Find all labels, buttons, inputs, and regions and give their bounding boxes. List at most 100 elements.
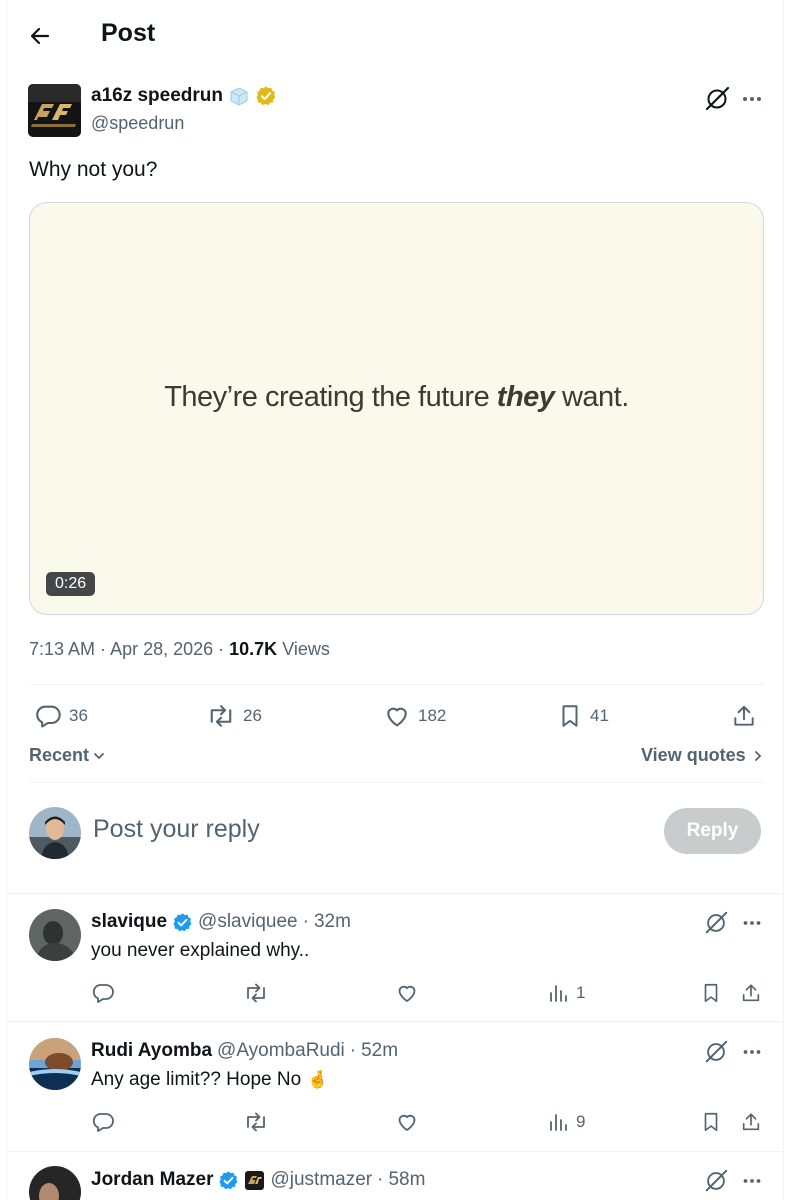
views-action[interactable]: 1 [548,981,585,1005]
divider [7,1151,784,1152]
divider [29,782,764,783]
like-action[interactable] [395,1110,419,1134]
page-title: Post [101,19,156,47]
comment-icon [92,984,114,1003]
post-meta: 7:13 AM · Apr 28, 2026 · 10.7K Views [29,639,330,659]
repost-count: 26 [243,706,262,725]
divider [7,1021,784,1022]
like-action[interactable]: 182 [383,702,446,730]
repost-icon [210,705,232,727]
divider [29,684,764,685]
reply-author-handle[interactable]: @justmazer [270,1169,372,1191]
grok-icon [705,911,728,934]
bookmark-icon [704,1112,718,1132]
views-action[interactable]: 9 [548,1110,585,1134]
video-caption: They’re creating the future they want. [164,381,629,413]
current-user-avatar[interactable] [29,807,81,859]
more-horizontal-icon [743,1179,761,1183]
sort-label: Recent [29,745,90,765]
reply-header: Jordan Mazer @justmazer · 58m [91,1169,426,1191]
ice-cube-icon [230,87,248,106]
reply-author-handle[interactable]: @slaviquee [198,911,298,933]
author-handle[interactable]: @speedrun [91,113,184,134]
share-button[interactable] [740,981,762,1005]
view-quotes-label: View quotes [641,745,746,765]
bookmark-action[interactable] [700,981,722,1005]
grok-button[interactable] [703,1039,729,1070]
analytics-icon [550,1114,567,1131]
avatar-photo-icon [29,909,81,961]
avatar-photo-icon [29,1038,81,1090]
post-time[interactable]: 7:13 AM [29,639,95,659]
more-options-button[interactable] [739,1168,765,1199]
share-icon [742,984,760,1002]
reply-author-name[interactable]: Jordan Mazer [91,1169,213,1191]
reply-input[interactable]: Post your reply [93,815,260,844]
reply-author-name[interactable]: Rudi Ayomba [91,1040,212,1062]
reply-header: slavique @slaviquee · 32m [91,911,351,933]
heart-icon [398,1114,416,1131]
reply-time[interactable]: 52m [361,1040,398,1062]
crossed-fingers-emoji: 🤞 [307,1070,329,1089]
author-avatar[interactable] [28,84,81,137]
analytics-icon [550,985,567,1002]
more-options-button[interactable] [738,85,766,113]
reply-time[interactable]: 32m [314,911,351,933]
reply-text-row: you never explained why.. [91,940,309,962]
post-date[interactable]: Apr 28, 2026 [110,639,213,659]
repost-action[interactable] [243,1110,269,1134]
reply-text-row: Any age limit?? Hope No 🤞 [91,1069,328,1091]
view-quotes-link[interactable]: View quotes [641,745,764,766]
author-name: a16z speedrun [91,85,223,106]
sort-dropdown[interactable]: Recent [29,745,106,766]
video-player[interactable]: They’re creating the future they want. 0… [29,202,764,615]
bookmark-count: 41 [590,706,609,725]
author-name-row[interactable]: a16z speedrun [91,85,277,107]
repost-icon [247,1112,265,1132]
reply-author-name[interactable]: slavique [91,911,167,933]
views-count: 10.7K [229,639,278,659]
grok-button[interactable] [703,85,731,113]
back-button[interactable] [22,18,58,54]
repost-action[interactable]: 26 [206,702,262,730]
views-count: 9 [576,1112,586,1131]
bookmark-action[interactable]: 41 [557,702,609,730]
more-horizontal-icon [743,97,761,101]
grok-button[interactable] [703,1168,729,1199]
grok-icon [705,86,730,111]
post-text: Why not you? [29,158,158,181]
share-button[interactable] [740,1110,762,1134]
more-horizontal-icon [743,921,761,925]
chevron-down-icon [94,752,104,759]
heart-icon [387,707,407,727]
bookmark-action[interactable] [700,1110,722,1134]
video-duration-badge: 0:26 [46,572,96,596]
reply-action[interactable] [91,981,115,1005]
grok-button[interactable] [703,910,729,941]
reply-action[interactable]: 36 [34,702,88,730]
reply-author-handle[interactable]: @AyombaRudi [217,1040,345,1062]
chevron-right-icon [754,750,761,761]
divider [7,893,784,894]
reply-avatar[interactable] [29,909,81,961]
more-options-button[interactable] [739,1039,765,1070]
views-label: Views [282,639,330,659]
grok-icon [705,1169,728,1192]
more-options-button[interactable] [739,910,765,941]
reply-time[interactable]: 58m [388,1169,425,1191]
reply-header: Rudi Ayomba @AyombaRudi · 52m [91,1040,399,1062]
reply-action[interactable] [91,1110,115,1134]
more-horizontal-icon [743,1050,761,1054]
share-icon [742,1113,760,1131]
share-button[interactable] [731,702,757,730]
like-action[interactable] [395,981,419,1005]
reply-avatar[interactable] [29,1038,81,1090]
bookmark-icon [562,705,578,727]
reply-count: 36 [69,706,88,725]
arrow-left-icon [30,27,50,45]
repost-action[interactable] [243,981,269,1005]
speedrun-logo-icon [28,84,81,137]
share-icon [734,705,754,726]
verified-gold-icon [256,86,276,106]
reply-button[interactable]: Reply [664,808,761,854]
